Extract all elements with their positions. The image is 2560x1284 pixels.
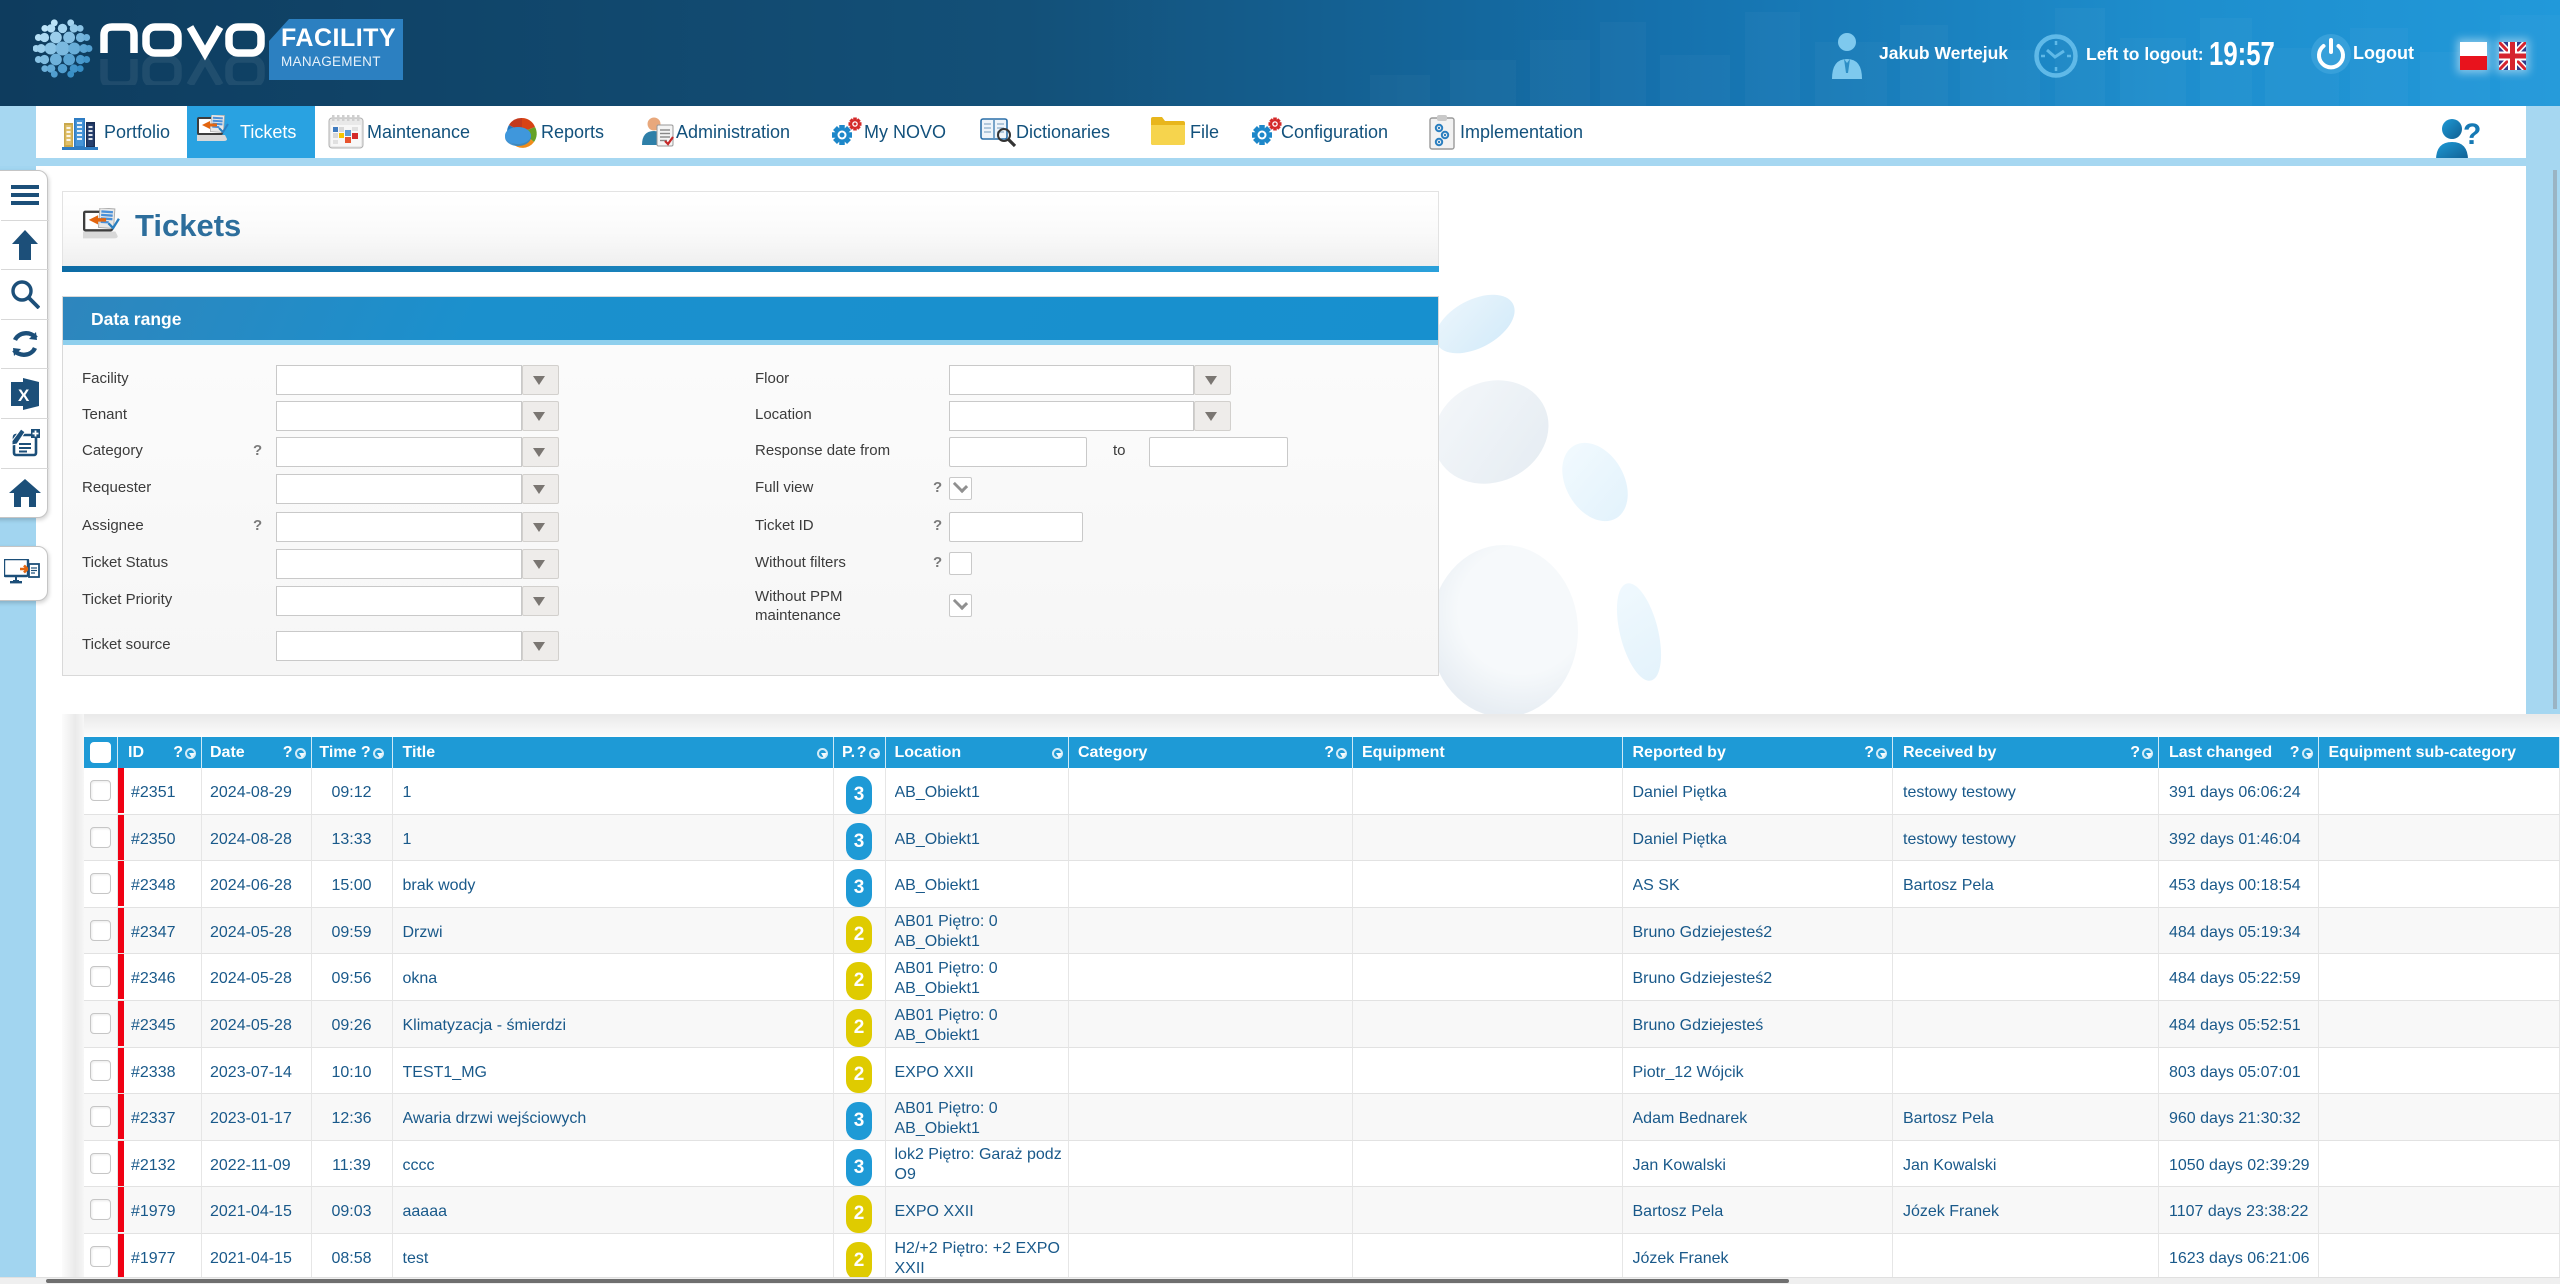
svg-text:?: ? [2463,118,2481,151]
svg-text:X: X [18,386,30,405]
